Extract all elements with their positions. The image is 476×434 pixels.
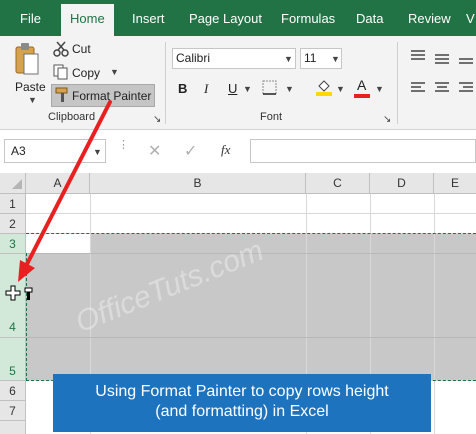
caption-line-1: Using Format Painter to copy rows height [95, 383, 389, 400]
red-arrow-annotation [18, 100, 112, 282]
paintbrush-cursor-icon [5, 285, 33, 301]
caption-line-2: (and formatting) in Excel [155, 403, 329, 420]
caption-callout: Using Format Painter to copy rows height… [53, 374, 431, 432]
